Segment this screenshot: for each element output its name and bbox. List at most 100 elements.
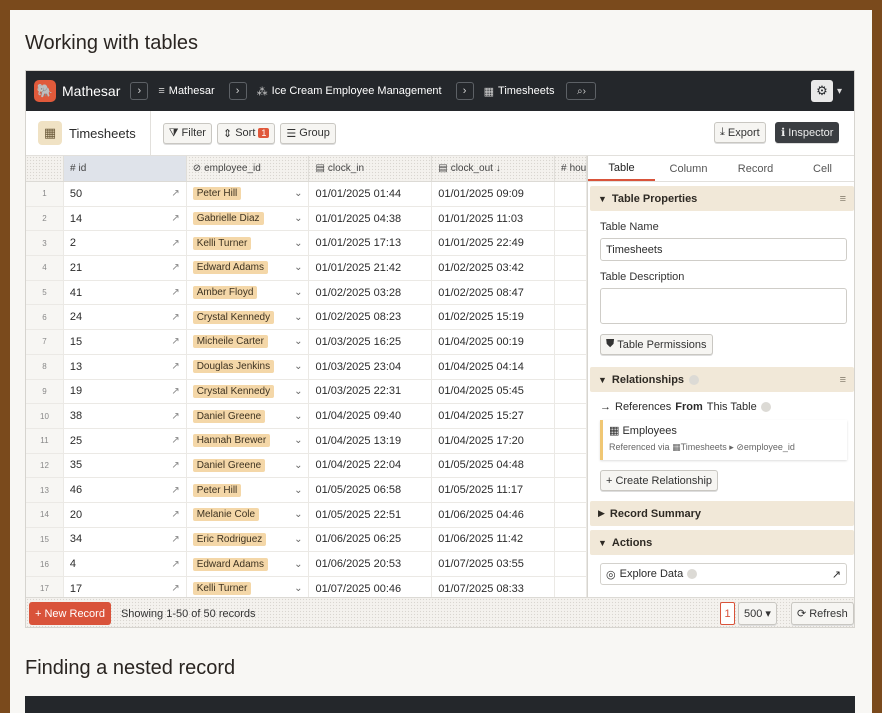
row-number[interactable]: 2 — [26, 206, 64, 231]
linked-record-pill[interactable]: Eric Rodriguez — [192, 532, 267, 546]
table-row[interactable]: 8 13 ↗ Douglas Jenkins ⌄ 01/03/2025 23:04 01/0… — [26, 354, 587, 380]
cell-clock-in[interactable]: 01/07/2025 00:46 — [309, 577, 433, 597]
table-row[interactable]: 5 41 ↗ Amber Floyd ⌄ 01/02/2025 03:28 01/02/20… — [26, 280, 587, 306]
cell-clock-in[interactable]: 01/01/2025 17:13 — [309, 231, 433, 256]
chevron-down-icon[interactable]: ⌄ — [294, 485, 302, 496]
cell-clock-in[interactable]: 01/06/2025 06:25 — [309, 527, 433, 552]
help-icon[interactable] — [687, 569, 698, 579]
cell-id[interactable]: 19 ↗ — [64, 379, 187, 404]
linked-record-pill[interactable]: Hannah Brewer — [192, 434, 271, 448]
open-record-icon[interactable]: ↗ — [171, 188, 179, 199]
cell-employee-id[interactable]: Kelli Turner ⌄ — [187, 231, 310, 256]
cell-clock-out[interactable]: 01/07/2025 08:33 — [432, 577, 556, 597]
chevron-down-icon[interactable]: ⌄ — [294, 287, 302, 298]
column-header-clock-out[interactable]: ▤ clock_out ↓ — [432, 156, 555, 181]
linked-record-pill[interactable]: Kelli Turner — [192, 582, 252, 596]
linked-record-pill[interactable]: Amber Floyd — [192, 286, 258, 300]
cell-id[interactable]: 38 ↗ — [64, 404, 187, 428]
linked-record-pill[interactable]: Crystal Kennedy — [192, 384, 275, 398]
linked-record-pill[interactable]: Edward Adams — [192, 261, 268, 275]
cell-clock-out[interactable]: 01/02/2025 03:42 — [432, 256, 556, 280]
linked-record-pill[interactable]: Douglas Jenkins — [192, 360, 275, 374]
table-row[interactable]: 15 34 ↗ Eric Rodriguez ⌄ 01/06/2025 06:25 01/0… — [26, 527, 587, 553]
linked-record-pill[interactable]: Daniel Greene — [192, 458, 266, 472]
cell-hours[interactable] — [555, 354, 587, 379]
table-row[interactable]: 14 20 ↗ Melanie Cole ⌄ 01/05/2025 22:51 01/06/… — [26, 502, 587, 528]
cell-id[interactable]: 41 ↗ — [64, 280, 187, 305]
cell-clock-out[interactable]: 01/04/2025 04:14 — [432, 354, 556, 379]
brand-name[interactable]: Mathesar — [62, 83, 120, 99]
cell-hours[interactable] — [555, 527, 587, 552]
chevron-right-icon[interactable]: › — [228, 82, 247, 100]
cell-id[interactable]: 2 ↗ — [64, 231, 187, 256]
tab-column[interactable]: Column — [655, 156, 722, 181]
cell-clock-in[interactable]: 01/05/2025 22:51 — [309, 502, 433, 527]
row-number[interactable]: 8 — [26, 354, 64, 379]
cell-id[interactable]: 4 ↗ — [64, 552, 187, 576]
cell-clock-out[interactable]: 01/05/2025 11:17 — [432, 478, 556, 502]
cell-clock-out[interactable]: 01/04/2025 17:20 — [432, 428, 556, 453]
cell-clock-in[interactable]: 01/04/2025 13:19 — [309, 428, 433, 453]
cell-hours[interactable] — [555, 305, 587, 330]
chevron-down-icon[interactable]: ⌄ — [294, 411, 302, 422]
cell-clock-out[interactable]: 01/07/2025 03:55 — [432, 552, 556, 576]
cell-id[interactable]: 21 ↗ — [64, 256, 187, 280]
gear-icon[interactable]: ⚙ — [810, 80, 833, 102]
cell-id[interactable]: 50 ↗ — [64, 182, 187, 206]
cell-employee-id[interactable]: Daniel Greene ⌄ — [187, 404, 310, 428]
cell-clock-out[interactable]: 01/02/2025 15:19 — [432, 305, 556, 330]
cell-clock-in[interactable]: 01/04/2025 22:04 — [309, 453, 433, 478]
column-header-clock-in[interactable]: ▤ clock_in — [309, 156, 433, 181]
linked-record-pill[interactable]: Kelli Turner — [192, 236, 252, 250]
chevron-down-icon[interactable]: ⌄ — [294, 583, 302, 594]
open-record-icon[interactable]: ↗ — [171, 213, 179, 224]
open-record-icon[interactable]: ↗ — [171, 485, 179, 496]
cell-id[interactable]: 46 ↗ — [64, 478, 187, 502]
help-icon[interactable] — [689, 374, 700, 385]
cell-hours[interactable] — [555, 552, 587, 576]
cell-clock-in[interactable]: 01/02/2025 03:28 — [309, 280, 433, 305]
breadcrumb-table[interactable]: ▦ Timesheets — [484, 85, 555, 98]
cell-employee-id[interactable]: Kelli Turner ⌄ — [187, 577, 310, 597]
chevron-down-icon[interactable]: ⌄ — [294, 509, 302, 520]
cell-id[interactable]: 15 ↗ — [64, 330, 187, 354]
linked-record-pill[interactable]: Edward Adams — [192, 557, 268, 571]
reference-card[interactable]: ▦ Employees Referenced via ▦Timesheets ▸… — [600, 420, 847, 460]
cell-id[interactable]: 14 ↗ — [64, 206, 187, 231]
settings-menu[interactable]: ⚙ ▾ — [810, 80, 842, 102]
table-row[interactable]: 7 15 ↗ Micheile Carter ⌄ 01/03/2025 16:25 01/0… — [26, 330, 587, 355]
chevron-down-icon[interactable]: ⌄ — [294, 386, 302, 397]
cell-clock-out[interactable]: 01/04/2025 05:45 — [432, 379, 556, 404]
open-record-icon[interactable]: ↗ — [171, 411, 179, 422]
cell-clock-out[interactable]: 01/05/2025 04:48 — [432, 453, 556, 478]
linked-record-pill[interactable]: Micheile Carter — [192, 335, 268, 349]
cell-employee-id[interactable]: Crystal Kennedy ⌄ — [187, 379, 310, 404]
open-record-icon[interactable]: ↗ — [171, 509, 179, 520]
row-number[interactable]: 13 — [26, 478, 64, 502]
table-row[interactable]: 11 25 ↗ Hannah Brewer ⌄ 01/04/2025 13:19 01/04… — [26, 428, 587, 454]
sort-button[interactable]: ⇕ Sort 1 — [216, 122, 276, 144]
row-number[interactable]: 14 — [26, 502, 64, 527]
row-number[interactable]: 6 — [26, 305, 64, 330]
row-number[interactable]: 9 — [26, 379, 64, 404]
group-button[interactable]: ☰ Group — [280, 122, 336, 144]
row-number[interactable]: 16 — [26, 552, 64, 576]
tab-table[interactable]: Table — [588, 156, 655, 181]
chevron-down-icon[interactable]: ⌄ — [294, 238, 302, 249]
cell-employee-id[interactable]: Melanie Cole ⌄ — [187, 502, 310, 527]
open-record-icon[interactable]: ↗ — [171, 238, 179, 249]
table-row[interactable]: 1 50 ↗ Peter Hill ⌄ 01/01/2025 01:44 01/01/202… — [26, 182, 587, 207]
row-number[interactable]: 15 — [26, 527, 64, 552]
cell-clock-in[interactable]: 01/05/2025 06:58 — [309, 478, 433, 502]
cell-hours[interactable] — [555, 428, 587, 453]
table-row[interactable]: 3 2 ↗ Kelli Turner ⌄ 01/01/2025 17:13 01/01/20… — [26, 231, 587, 257]
cell-employee-id[interactable]: Crystal Kennedy ⌄ — [187, 305, 310, 330]
cell-hours[interactable] — [555, 206, 587, 231]
cell-employee-id[interactable]: Micheile Carter ⌄ — [187, 330, 310, 354]
cell-id[interactable]: 20 ↗ — [64, 502, 187, 527]
row-number[interactable]: 10 — [26, 404, 64, 428]
linked-record-pill[interactable]: Daniel Greene — [192, 409, 266, 423]
cell-id[interactable]: 17 ↗ — [64, 577, 187, 597]
cell-employee-id[interactable]: Peter Hill ⌄ — [187, 182, 310, 206]
cell-clock-out[interactable]: 01/04/2025 00:19 — [432, 330, 556, 354]
